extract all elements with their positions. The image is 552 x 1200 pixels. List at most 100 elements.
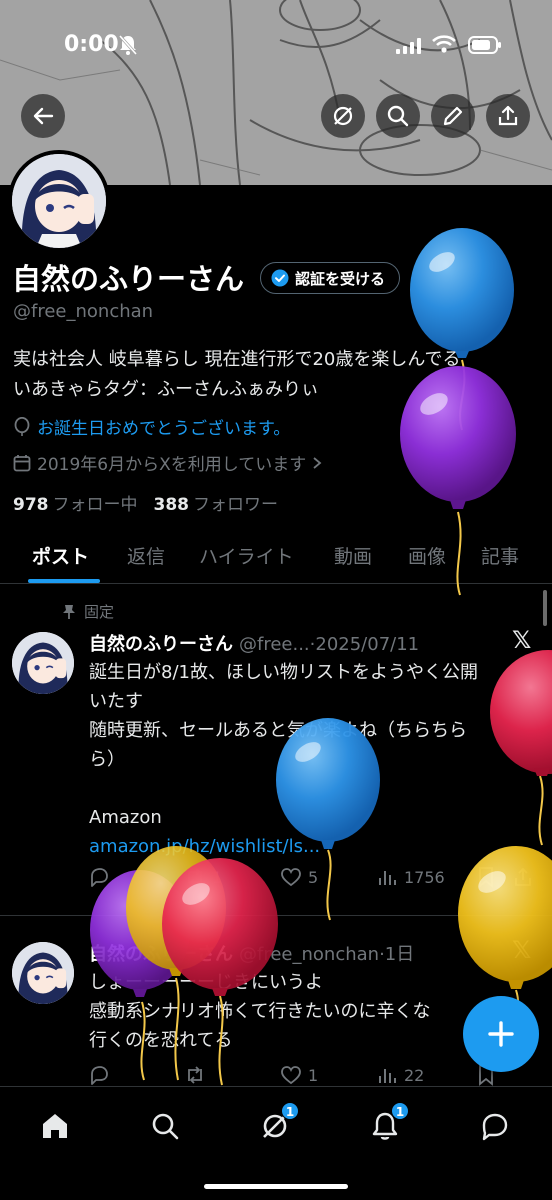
- followers-link[interactable]: 388 フォロワー: [154, 490, 279, 515]
- avatar-image: [12, 942, 74, 1004]
- post-text-line: ら）: [89, 749, 125, 770]
- nav-home[interactable]: [30, 1101, 80, 1151]
- post-meta: @free_nonchan·1日: [239, 944, 415, 965]
- edit-button[interactable]: [431, 94, 475, 138]
- profile-handle: @free_nonchan: [13, 301, 154, 322]
- grok-button[interactable]: [321, 94, 365, 138]
- views-chart-icon: [379, 871, 396, 885]
- home-icon: [43, 1114, 67, 1138]
- x-logo-icon: 𝕏: [512, 626, 532, 654]
- like-button[interactable]: 5: [280, 866, 376, 888]
- following-label: フォロー中: [52, 495, 138, 515]
- repost-icon: [188, 1066, 202, 1084]
- tab-posts[interactable]: ポスト: [32, 542, 89, 569]
- x-logo-icon: 𝕏: [512, 936, 532, 964]
- bookmark-button[interactable]: [476, 866, 512, 888]
- post-text-line: [89, 774, 539, 803]
- bookmark-icon: [479, 867, 493, 888]
- views-chart-icon: [379, 1069, 396, 1083]
- profile-avatar[interactable]: [8, 150, 110, 252]
- repost-button[interactable]: [184, 1064, 280, 1086]
- post-avatar[interactable]: [12, 942, 74, 1004]
- repost-count: 1: [212, 867, 223, 887]
- verified-badge-icon: [271, 269, 289, 287]
- reply-icon: [91, 1066, 108, 1085]
- status-bar: 0:00: [0, 0, 552, 90]
- nav-search[interactable]: [140, 1101, 190, 1151]
- profile-bio: 実は社会人 岐阜暮らし 現在進行形で20歳を楽しんでる いあきゃらタグ：ふーさん…: [13, 345, 543, 405]
- avatar-image: [12, 154, 106, 248]
- post-header: 自然のふりーさん @free_nonchan·1日: [89, 940, 414, 966]
- followers-label: フォロワー: [193, 495, 278, 515]
- nav-grok[interactable]: 1: [250, 1101, 300, 1151]
- post-avatar[interactable]: [12, 632, 74, 694]
- joined-row[interactable]: 2019年6月からXを利用しています: [13, 450, 322, 475]
- search-button[interactable]: [376, 94, 420, 138]
- share-button[interactable]: [486, 94, 530, 138]
- tab-videos[interactable]: 動画: [334, 542, 372, 569]
- views-button[interactable]: 22: [376, 1064, 476, 1086]
- reply-icon: [91, 868, 108, 887]
- arrow-left-icon: [33, 107, 54, 125]
- tab-highlights[interactable]: ハイライト: [199, 542, 294, 569]
- repost-button[interactable]: 1: [184, 866, 280, 888]
- post-actions: 1 5 1756: [88, 866, 543, 888]
- post-author-name[interactable]: 自然のふりーさん: [89, 940, 233, 966]
- post-actions: 1 22: [88, 1064, 543, 1086]
- followers-count: 388: [153, 495, 190, 515]
- repost-icon: [188, 868, 202, 886]
- views-button[interactable]: 1756: [376, 866, 476, 888]
- back-button[interactable]: [21, 94, 65, 138]
- views-count: 22: [404, 1065, 425, 1085]
- post-link[interactable]: amazon.jp/hz/wishlist/ls...: [89, 832, 539, 861]
- post-share-button[interactable]: [512, 866, 534, 888]
- compose-post-button[interactable]: [463, 996, 539, 1072]
- reply-button[interactable]: [88, 866, 184, 888]
- get-verified-button[interactable]: 認証を受ける: [260, 262, 401, 294]
- post-meta: @free...·2025/07/11: [239, 634, 420, 655]
- chat-bubble-icon: [482, 1113, 508, 1141]
- post-text-line: いたす: [89, 691, 143, 712]
- pin-icon: [63, 604, 75, 619]
- bio-line: 実は社会人 岐阜暮らし 現在進行形で20歳を楽しんでる: [13, 349, 461, 370]
- follow-counts: 978 フォロー中 388 フォロワー: [13, 490, 278, 515]
- share-icon: [498, 105, 518, 126]
- balloon-icon: [14, 416, 30, 436]
- pencil-icon: [443, 106, 463, 126]
- notifications-badge: 1: [391, 1102, 409, 1120]
- silent-mode-icon: [118, 34, 138, 60]
- avatar-image: [12, 632, 74, 694]
- post-author-name[interactable]: 自然のふりーさん: [89, 630, 233, 656]
- post-header: 自然のふりーさん @free...·2025/07/11: [89, 630, 419, 656]
- profile-tabs: ポスト 返信 ハイライト 動画 画像 記事: [0, 530, 552, 584]
- birthday-text: お誕生日おめでとうございます。: [37, 419, 291, 439]
- heart-icon: [281, 868, 301, 887]
- get-verified-label: 認証を受ける: [295, 269, 386, 288]
- plus-icon: [488, 1021, 514, 1047]
- bio-line: いあきゃらタグ：ふーさんふぁみりぃ: [13, 379, 319, 400]
- tab-articles[interactable]: 記事: [481, 542, 519, 569]
- share-icon: [515, 867, 531, 886]
- nav-messages[interactable]: [470, 1101, 520, 1151]
- tab-replies[interactable]: 返信: [127, 542, 165, 569]
- calendar-icon: [13, 454, 31, 471]
- bottom-navigation: 1 1: [0, 1086, 552, 1200]
- following-count: 978: [13, 495, 49, 515]
- following-link[interactable]: 978 フォロー中: [13, 490, 138, 515]
- post-text-line: しょーーーーーじきにいうよ: [89, 972, 323, 993]
- like-count: 5: [308, 867, 319, 887]
- nav-notifications[interactable]: 1: [360, 1101, 410, 1151]
- wifi-icon: [432, 35, 456, 57]
- search-icon: [387, 105, 409, 127]
- pinned-label: 固定: [62, 601, 114, 622]
- post-text[interactable]: 誕生日が8/1故、ほしい物リストをようやく公開 いたす 随時更新、セールあると気…: [89, 658, 539, 861]
- post-text-line: 誕生日が8/1故、ほしい物リストをようやく公開: [89, 662, 478, 683]
- like-button[interactable]: 1: [280, 1064, 376, 1086]
- reply-button[interactable]: [88, 1064, 184, 1086]
- tab-images[interactable]: 画像: [408, 542, 446, 569]
- birthday-row[interactable]: お誕生日おめでとうございます。: [13, 414, 290, 439]
- heart-icon: [281, 1066, 301, 1085]
- post-text-line: Amazon: [89, 807, 162, 828]
- scrollbar[interactable]: [543, 590, 547, 626]
- like-count: 1: [308, 1065, 319, 1085]
